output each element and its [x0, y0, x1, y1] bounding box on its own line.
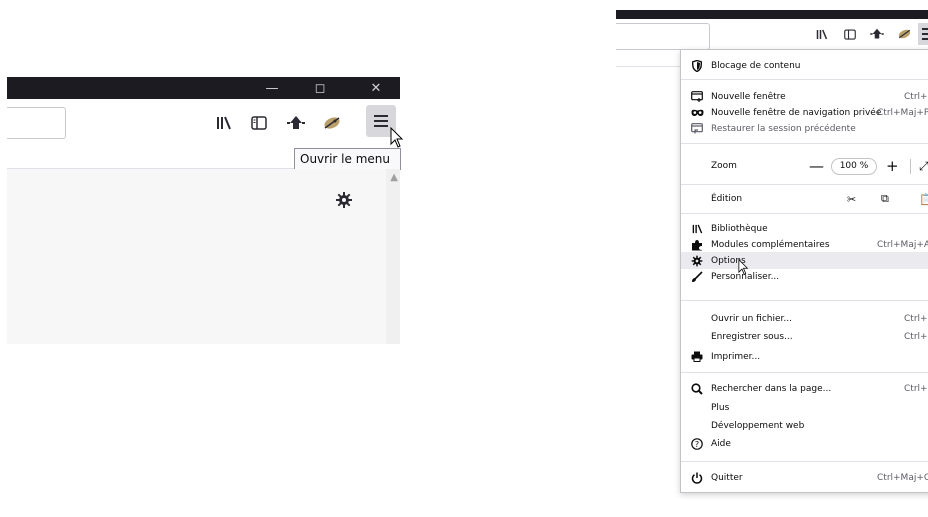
shortcut-label: Ctrl+O [904, 313, 928, 324]
restore-session-icon [690, 122, 704, 136]
menu-icon [922, 28, 928, 40]
menu-item-content-blocking[interactable]: Blocage de contenu [681, 57, 928, 74]
menu-item-help[interactable]: ? Aide › [681, 435, 928, 452]
separator [681, 372, 928, 373]
cut-icon[interactable]: ✂ [847, 193, 856, 206]
gear-icon [690, 254, 704, 268]
menu-item-web-developer[interactable]: Développement web › [681, 417, 928, 434]
separator [681, 300, 928, 301]
gear-icon[interactable] [335, 191, 353, 213]
zoom-controls: Zoom — 100 % + ⤢ [681, 157, 928, 175]
menu-item-label: Nouvelle fenêtre [711, 91, 786, 102]
minimize-button[interactable]: — [257, 77, 287, 99]
fullscreen-icon[interactable]: ⤢ [919, 159, 928, 174]
edit-controls: Édition ✂ ⧉ 📋 [681, 190, 928, 208]
menu-item-find[interactable]: Rechercher dans la page... Ctrl+F [681, 380, 928, 397]
menu-item-new-window[interactable]: Nouvelle fenêtre Ctrl+N [681, 88, 928, 105]
menu-item-customize[interactable]: Personnaliser... [681, 268, 928, 285]
printer-icon [690, 350, 704, 364]
separator [681, 143, 928, 144]
copy-icon[interactable]: ⧉ [881, 192, 889, 206]
separator [681, 461, 928, 462]
search-icon [690, 382, 704, 396]
menu-item-new-private-window[interactable]: Nouvelle fenêtre de navigation privée Ct… [681, 104, 928, 121]
menu-item-label: Rechercher dans la page... [711, 383, 832, 394]
menu-item-label: Modules complémentaires [711, 239, 830, 250]
menu-button[interactable] [918, 23, 928, 45]
edit-label: Édition [711, 194, 743, 204]
divider [616, 66, 680, 67]
menu-item-label: Bibliothèque [711, 223, 768, 234]
extension-icon[interactable] [892, 22, 916, 46]
menu-item-more[interactable]: Plus › [681, 399, 928, 416]
app-menu-panel: Blocage de contenu Nouvelle fenêtre Ctrl… [680, 49, 928, 493]
scrollbar[interactable]: ▲ [386, 169, 400, 344]
library-icon[interactable] [810, 22, 834, 46]
menu-item-quit[interactable]: Quitter Ctrl+Maj+Q [681, 469, 928, 486]
library-icon [690, 222, 704, 236]
pocket-icon[interactable] [865, 22, 889, 46]
menu-item-options[interactable]: Options [681, 252, 928, 269]
shortcut-label: Ctrl+F [904, 383, 928, 394]
url-bar[interactable] [7, 107, 66, 139]
shortcut-label: Ctrl+Maj+P [877, 107, 928, 118]
menu-item-label: Enregistrer sous... [711, 331, 793, 342]
power-icon [690, 471, 704, 485]
menu-item-label: Imprimer... [711, 351, 761, 362]
separator [681, 184, 928, 185]
menu-item-label: Ouvrir un fichier... [711, 313, 792, 324]
shortcut-label: Ctrl+N [904, 91, 928, 102]
extension-icon[interactable] [320, 111, 344, 135]
help-icon: ? [690, 437, 704, 451]
menu-icon [374, 115, 388, 127]
left-window-titlebar: — ◻ ✕ [7, 77, 400, 99]
separator [910, 159, 911, 174]
menu-item-label: Nouvelle fenêtre de navigation privée [711, 107, 882, 118]
shortcut-label: Ctrl+Maj+Q [877, 472, 928, 483]
library-icon[interactable] [212, 111, 236, 135]
url-bar[interactable] [616, 23, 710, 50]
menu-item-print[interactable]: Imprimer... [681, 348, 928, 365]
restore-button[interactable]: ◻ [305, 77, 335, 99]
shortcut-label: Ctrl+S [904, 331, 928, 342]
paste-icon[interactable]: 📋 [919, 193, 928, 206]
sidebar-icon[interactable] [838, 22, 862, 46]
paintbrush-icon [690, 270, 704, 284]
menu-item-restore-session[interactable]: Restaurer la session précédente [681, 120, 928, 137]
right-window-titlebar [616, 10, 928, 19]
scroll-up-icon[interactable]: ▲ [390, 172, 398, 183]
menu-item-label: Restaurer la session précédente [711, 123, 856, 134]
zoom-out-button[interactable]: — [809, 157, 824, 175]
puzzle-icon [690, 238, 704, 252]
tooltip: Ouvrir le menu [294, 148, 401, 170]
sidebar-icon[interactable] [247, 111, 271, 135]
zoom-label: Zoom [711, 161, 737, 171]
separator [681, 213, 928, 214]
menu-item-addons[interactable]: Modules complémentaires Ctrl+Maj+A [681, 236, 928, 253]
separator [681, 79, 928, 80]
pocket-icon[interactable] [284, 111, 308, 135]
zoom-reset-button[interactable]: 100 % [831, 157, 877, 175]
mouse-cursor-icon [738, 258, 749, 279]
shortcut-label: Ctrl+Maj+A [877, 239, 928, 250]
private-mask-icon [690, 106, 704, 120]
close-button[interactable]: ✕ [361, 77, 391, 99]
svg-text:?: ? [695, 440, 699, 449]
menu-item-label: Développement web [711, 420, 805, 431]
menu-item-save-as[interactable]: Enregistrer sous... Ctrl+S [681, 328, 928, 345]
menu-item-label: Plus [711, 402, 730, 413]
left-page-content: ▲ [7, 169, 400, 344]
zoom-in-button[interactable]: + [886, 157, 899, 175]
new-window-icon [690, 90, 704, 104]
menu-item-open-file[interactable]: Ouvrir un fichier... Ctrl+O [681, 310, 928, 327]
menu-item-library[interactable]: Bibliothèque › [681, 220, 928, 237]
menu-item-label: Blocage de contenu [711, 60, 801, 71]
menu-item-label: Aide [711, 438, 731, 449]
shield-icon [690, 59, 704, 73]
menu-item-label: Quitter [711, 472, 743, 483]
